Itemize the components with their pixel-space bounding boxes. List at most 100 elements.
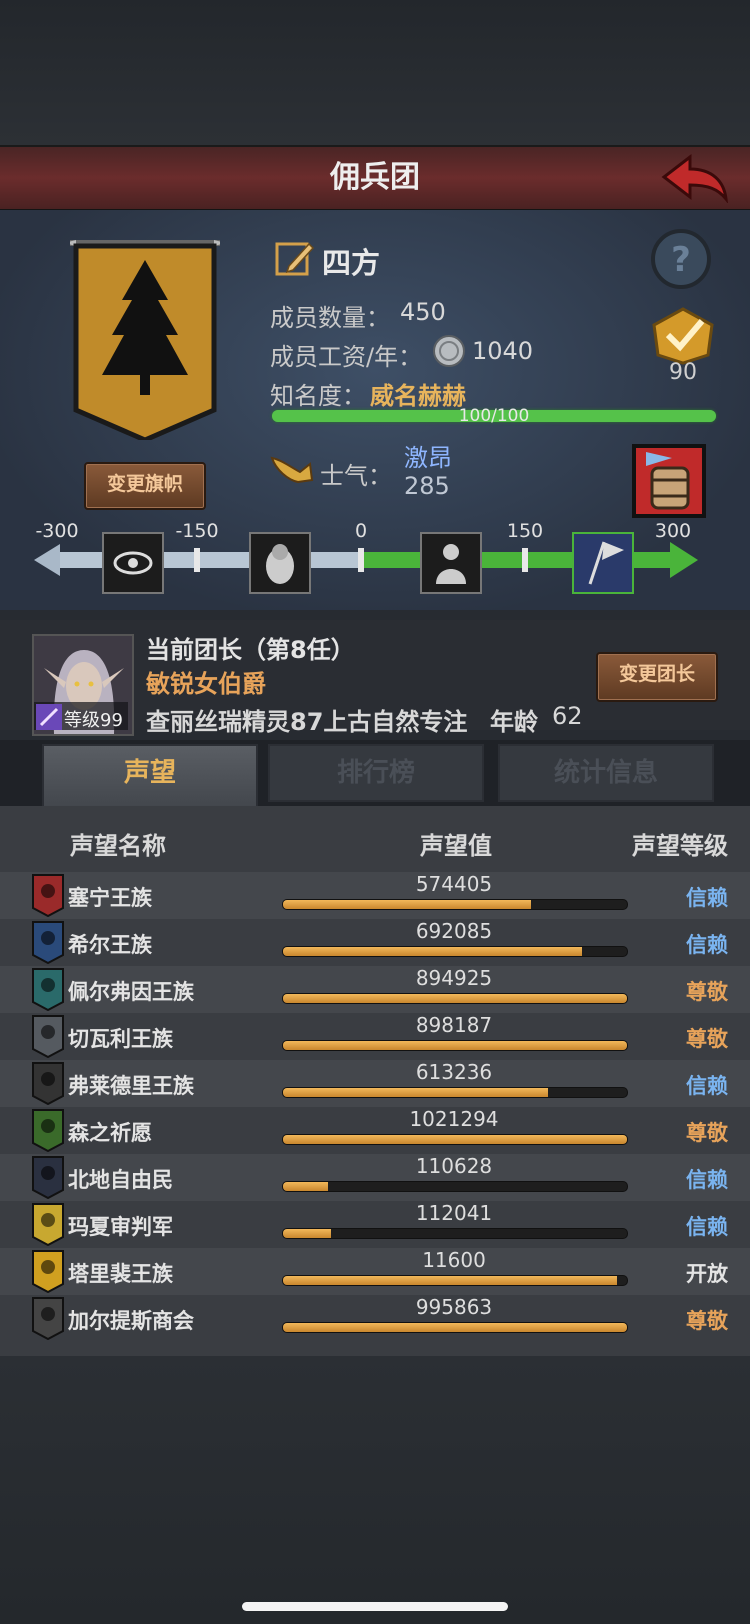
faction-crest-icon <box>32 921 64 964</box>
table-row[interactable]: 塔里裴王族 11600 开放 <box>0 1248 750 1295</box>
reputation-level: 尊敬 <box>686 1309 728 1333</box>
leader-age: 62 <box>552 702 583 730</box>
change-leader-button[interactable]: 变更团长 <box>596 652 718 702</box>
bottom-area <box>0 1356 750 1624</box>
table-row[interactable]: 佩尔弗因王族 894925 尊敬 <box>0 966 750 1013</box>
page-title: 佣兵团 <box>330 160 420 195</box>
reputation-value: 995863 <box>415 1295 493 1319</box>
reputation-bar <box>282 1040 628 1051</box>
help-icon[interactable]: ? <box>650 228 712 290</box>
wage-value: 1040 <box>472 337 534 365</box>
status-area <box>0 0 750 145</box>
faction-crest-icon <box>32 968 64 1011</box>
table-row[interactable]: 北地自由民 110628 信赖 <box>0 1154 750 1201</box>
reputation-bar-fill <box>283 1088 548 1097</box>
faction-crest-icon <box>32 1156 64 1199</box>
reputation-bar-fill <box>283 947 583 956</box>
reputation-bar-fill <box>283 1182 328 1191</box>
faction-crest-icon <box>32 1297 64 1340</box>
reputation-value: 110628 <box>415 1154 493 1178</box>
back-arrow-icon[interactable] <box>660 153 730 203</box>
leader-panel: 等级99 当前团长（第8任） 敏锐女伯爵 查丽丝瑞精灵87上古自然专注 年龄 6… <box>0 620 750 736</box>
table-row[interactable]: 切瓦利王族 898187 尊敬 <box>0 1013 750 1060</box>
faction-crest-icon <box>32 1109 64 1152</box>
table-row[interactable]: 希尔王族 692085 信赖 <box>0 919 750 966</box>
reputation-level: 尊敬 <box>686 1027 728 1051</box>
faction-name: 切瓦利王族 <box>68 1027 173 1051</box>
leader-portrait[interactable]: 等级99 <box>32 634 134 736</box>
faction-crest-icon <box>32 874 64 917</box>
leader-title: 当前团长（第8任） <box>146 636 355 664</box>
table-row[interactable]: 森之祈愿 1021294 尊敬 <box>0 1107 750 1154</box>
change-banner-button[interactable]: 变更旗帜 <box>84 462 206 510</box>
faction-name: 森之祈愿 <box>68 1121 152 1145</box>
faction-name: 北地自由民 <box>68 1168 173 1192</box>
morale-tick: 150 <box>506 520 544 542</box>
morale-tick: 0 <box>354 520 368 542</box>
leader-info: 查丽丝瑞精灵87上古自然专注 <box>146 708 468 736</box>
company-name: 四方 <box>322 246 381 280</box>
reputation-bar <box>282 1228 628 1239</box>
faction-name: 塔里裴王族 <box>68 1262 173 1286</box>
tab-statistics[interactable]: 统计信息 <box>498 744 714 802</box>
reputation-bar <box>282 1087 628 1098</box>
morale-scale: -300 -150 0 150 300 <box>30 520 720 594</box>
reputation-value: 898187 <box>415 1013 493 1037</box>
victory-flag-icon <box>572 532 634 594</box>
table-row[interactable]: 玛夏审判军 112041 信赖 <box>0 1201 750 1248</box>
reputation-level: 尊敬 <box>686 980 728 1004</box>
wand-icon <box>36 704 62 730</box>
reputation-level: 信赖 <box>686 1074 728 1098</box>
tab-leaderboard[interactable]: 排行榜 <box>268 744 484 802</box>
reputation-bar <box>282 1134 628 1145</box>
column-header-name: 声望名称 <box>70 832 166 860</box>
reputation-table: 声望名称 声望值 声望等级 塞宁王族 574405 信赖 希尔王族 692085 信赖 佩尔… <box>0 806 750 1356</box>
reputation-bar <box>282 1275 628 1286</box>
fame-progress-text: 100/100 <box>458 406 530 426</box>
reputation-bar <box>282 1322 628 1333</box>
reputation-bar <box>282 1181 628 1192</box>
table-row[interactable]: 加尔提斯商会 995863 尊敬 <box>0 1295 750 1342</box>
faction-crest-icon <box>32 1250 64 1293</box>
reputation-value: 613236 <box>415 1060 493 1084</box>
morale-state: 激昂 <box>404 444 452 472</box>
reputation-value: 11600 <box>422 1248 486 1272</box>
rank-badge-icon[interactable] <box>648 305 718 365</box>
tab-bar: 声望 排行榜 统计信息 <box>0 740 750 808</box>
supply-barrel-icon[interactable] <box>632 444 706 518</box>
faction-name: 加尔提斯商会 <box>68 1309 194 1333</box>
morale-tick: 300 <box>654 520 692 542</box>
faction-crest-icon <box>32 1015 64 1058</box>
banner-pine-tree-icon <box>70 240 220 440</box>
svg-text:?: ? <box>671 240 691 280</box>
morale-tick: -150 <box>175 520 219 542</box>
faction-name: 弗莱德里王族 <box>68 1074 194 1098</box>
reputation-bar <box>282 899 628 910</box>
table-row[interactable]: 塞宁王族 574405 信赖 <box>0 872 750 919</box>
leader-level: 等级99 <box>64 710 123 731</box>
wage-label: 成员工资/年： <box>270 343 423 371</box>
faction-name: 希尔王族 <box>68 933 152 957</box>
faction-name: 塞宁王族 <box>68 886 152 910</box>
tab-reputation[interactable]: 声望 <box>42 744 258 808</box>
column-header-value: 声望值 <box>420 832 492 860</box>
reputation-bar-fill <box>283 1041 627 1050</box>
horn-icon <box>270 456 314 484</box>
column-header-level: 声望等级 <box>632 832 728 860</box>
reputation-value: 574405 <box>415 872 493 896</box>
reputation-bar-fill <box>283 1323 627 1332</box>
reputation-bar <box>282 946 628 957</box>
silver-coin-icon <box>433 335 465 367</box>
morale-label: 士气： <box>320 462 392 490</box>
members-label: 成员数量： <box>270 304 390 332</box>
reputation-level: 信赖 <box>686 886 728 910</box>
faction-name: 玛夏审判军 <box>68 1215 173 1239</box>
reputation-bar-fill <box>283 1276 617 1285</box>
faction-name: 佩尔弗因王族 <box>68 980 194 1004</box>
home-indicator[interactable] <box>242 1602 508 1611</box>
despair-icon <box>249 532 311 594</box>
reputation-bar-fill <box>283 1135 627 1144</box>
title-bar: 佣兵团 <box>0 145 750 212</box>
edit-name-icon[interactable] <box>275 238 315 278</box>
table-row[interactable]: 弗莱德里王族 613236 信赖 <box>0 1060 750 1107</box>
